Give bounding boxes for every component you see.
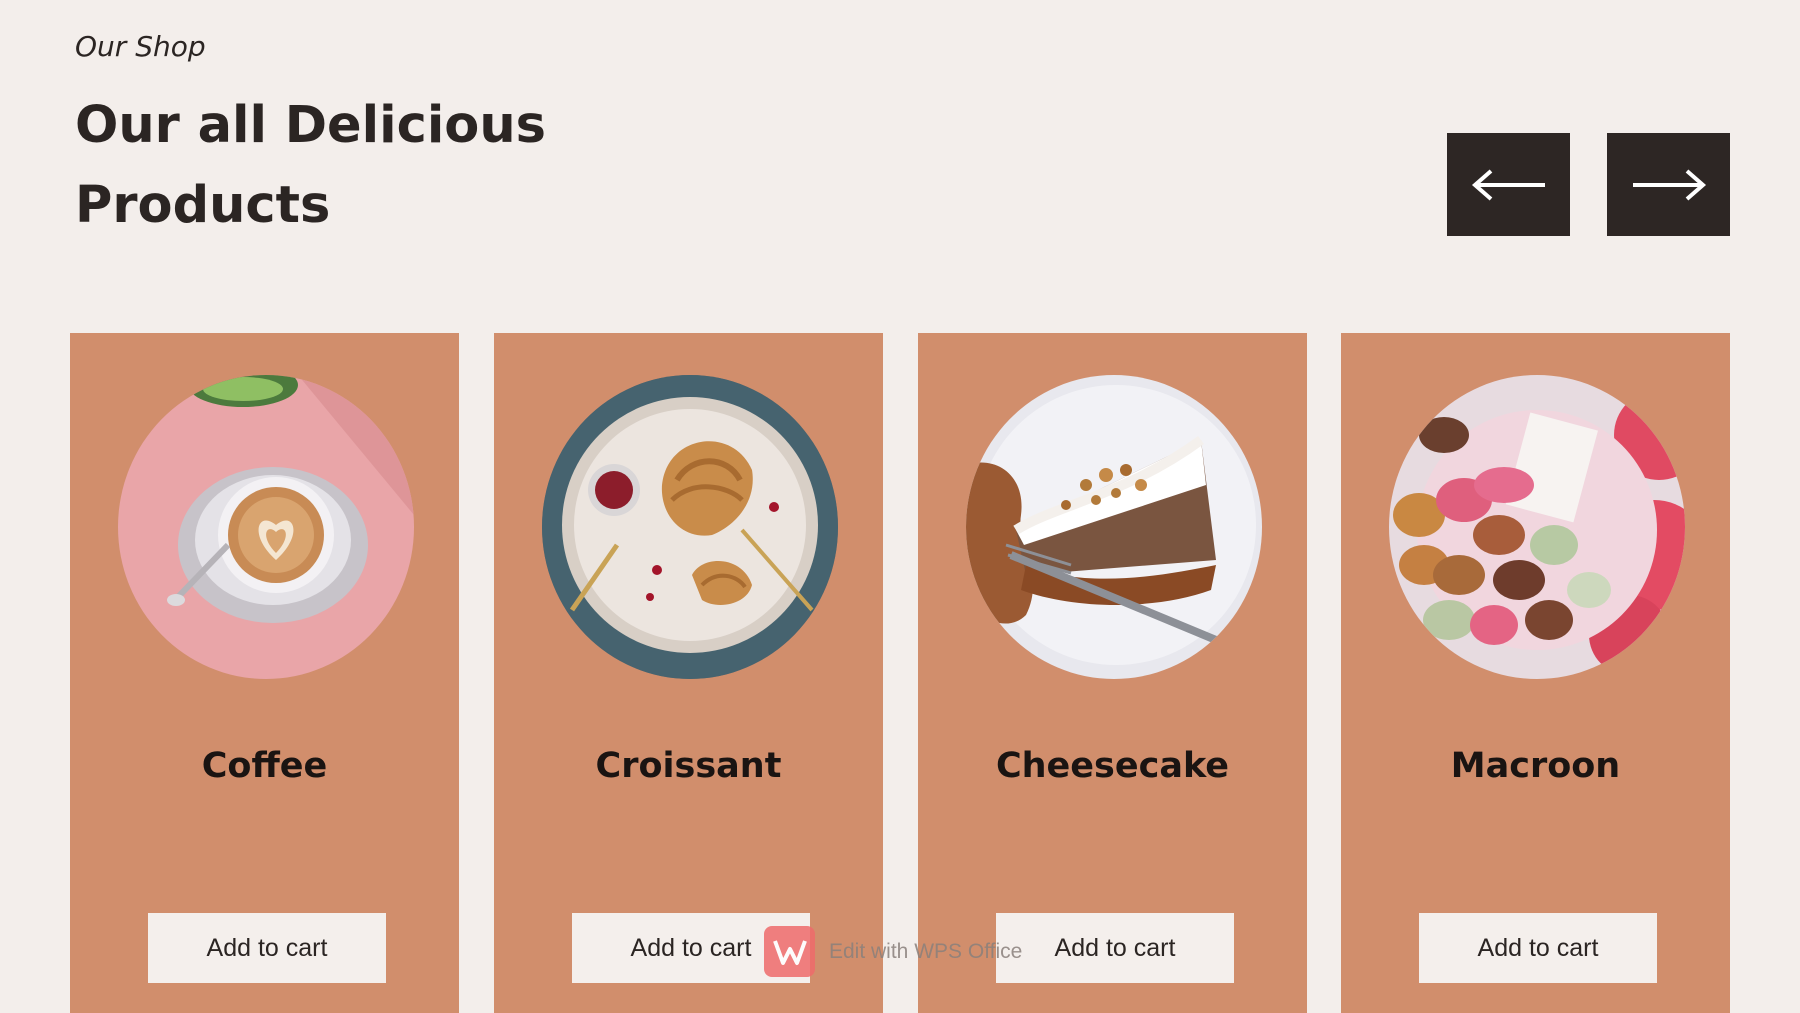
wps-watermark: Edit with WPS Office bbox=[764, 926, 1022, 977]
product-card-macroon: Macroon Add to cart bbox=[1341, 333, 1730, 1013]
product-name: Macroon bbox=[1450, 746, 1621, 786]
arrow-left-icon bbox=[1471, 168, 1545, 201]
cheesecake-image[interactable] bbox=[966, 375, 1262, 679]
product-card-coffee: Coffee Add to cart bbox=[70, 333, 459, 1013]
product-name: Coffee bbox=[201, 746, 328, 786]
macarons-image[interactable] bbox=[1389, 375, 1685, 679]
wps-logo-icon bbox=[764, 926, 815, 977]
coffee-image[interactable] bbox=[118, 375, 414, 679]
page-title: Our all Delicious Products bbox=[75, 86, 635, 246]
page-title-line-2: Products bbox=[75, 176, 331, 235]
previous-button[interactable] bbox=[1447, 133, 1570, 236]
product-name: Cheesecake bbox=[995, 746, 1230, 786]
arrow-right-icon bbox=[1632, 168, 1706, 201]
wps-watermark-text: Edit with WPS Office bbox=[829, 939, 1023, 963]
next-button[interactable] bbox=[1607, 133, 1730, 236]
croissant-image[interactable] bbox=[542, 375, 838, 679]
add-to-cart-button[interactable]: Add to cart bbox=[1419, 913, 1657, 983]
page-title-line-1: Our all Delicious bbox=[75, 96, 547, 155]
section-eyebrow: Our Shop bbox=[75, 30, 206, 63]
add-to-cart-button[interactable]: Add to cart bbox=[996, 913, 1234, 983]
product-card-croissant: Croissant Add to cart bbox=[494, 333, 883, 1013]
product-card-cheesecake: Cheesecake Add to cart bbox=[918, 333, 1307, 1013]
add-to-cart-button[interactable]: Add to cart bbox=[148, 913, 386, 983]
product-name: Croissant bbox=[595, 746, 782, 786]
